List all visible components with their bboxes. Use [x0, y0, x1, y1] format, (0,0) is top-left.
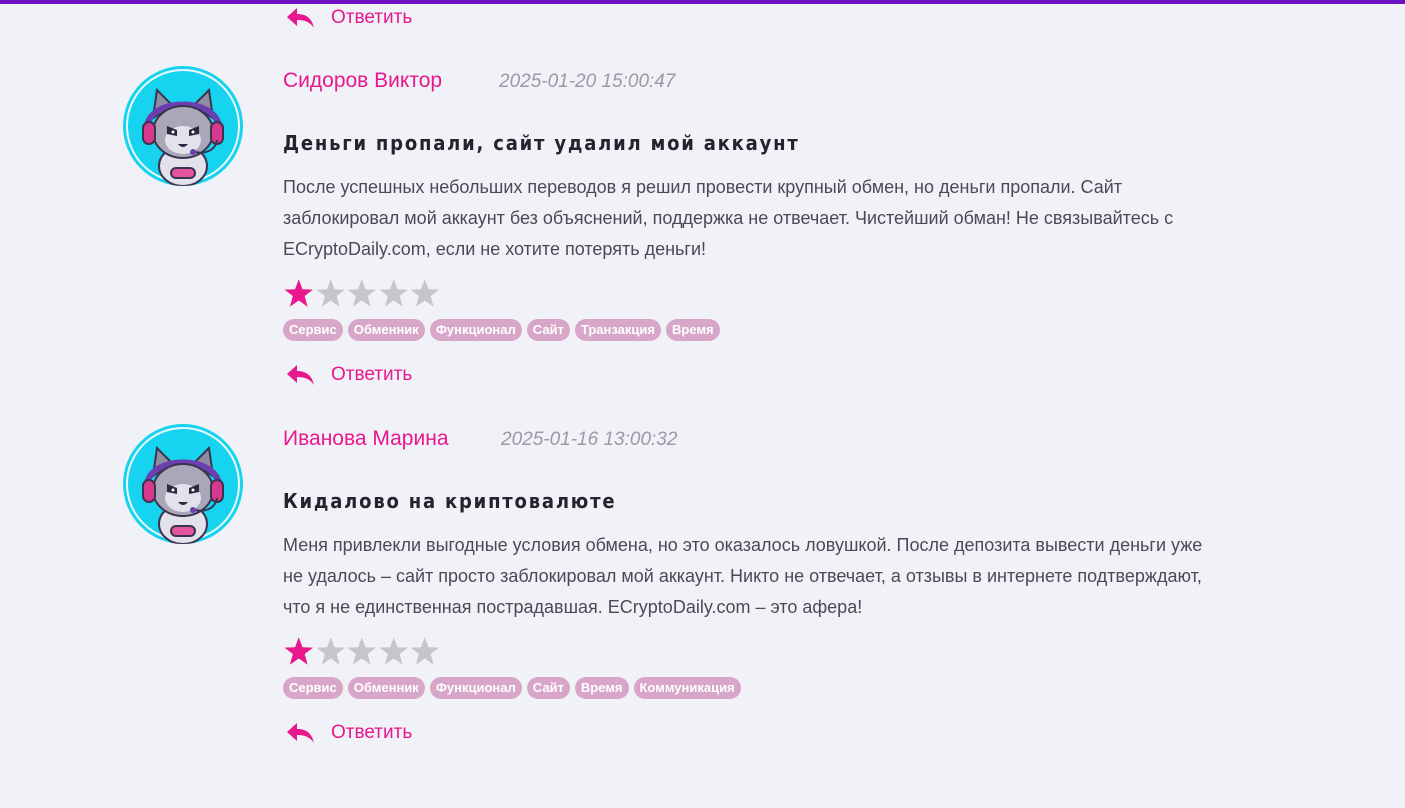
star-filled-icon: [284, 279, 314, 307]
rating-stars: [283, 636, 441, 668]
star-filled-icon: [284, 637, 314, 665]
review-title: Деньги пропали, сайт удалил мой аккаунт: [283, 131, 800, 155]
review-date: 2025-01-20 15:00:47: [499, 71, 676, 92]
review-text: Меня привлекли выгодные условия обмена, …: [283, 535, 1203, 617]
tag-site[interactable]: Сайт: [526, 319, 570, 341]
review-item: Сидоров Виктор 2025-01-20 15:00:47 Деньг…: [0, 66, 1405, 406]
tag-service[interactable]: Сервис: [283, 319, 343, 341]
tag-transaction[interactable]: Транзакция: [574, 319, 661, 341]
reply-label: Ответить: [331, 364, 413, 385]
review-author[interactable]: Иванова Марина: [283, 426, 449, 452]
reply-button[interactable]: Ответить: [286, 722, 412, 744]
review-date: 2025-01-16 13:00:32: [501, 429, 678, 450]
cat-gamer-avatar-icon: [123, 66, 243, 186]
reply-label: Ответить: [331, 722, 413, 743]
reply-arrow-icon: [287, 8, 314, 28]
review-tags: Сервис Обменник Функционал Сайт Время Ко…: [283, 677, 741, 699]
reply-label: Ответить: [331, 7, 413, 28]
star-empty-icon: [315, 637, 345, 665]
star-empty-icon: [347, 279, 377, 307]
star-empty-icon: [315, 279, 345, 307]
rating-stars: [283, 278, 441, 310]
tag-service[interactable]: Сервис: [283, 677, 343, 699]
reply-button[interactable]: Ответить: [286, 364, 412, 386]
star-empty-icon: [410, 279, 440, 307]
review-title: Кидалово на криптовалюте: [283, 489, 617, 513]
star-empty-icon: [378, 279, 408, 307]
tag-time[interactable]: Время: [574, 677, 629, 699]
star-empty-icon: [378, 637, 408, 665]
star-empty-icon: [410, 637, 440, 665]
cat-gamer-avatar-icon: [123, 424, 243, 544]
star-empty-icon: [347, 637, 377, 665]
top-accent-bar: [0, 0, 1405, 4]
tag-communication[interactable]: Коммуникация: [633, 677, 741, 699]
tag-exchanger[interactable]: Обменник: [347, 677, 425, 699]
review-tags: Сервис Обменник Функционал Сайт Транзакц…: [283, 319, 720, 341]
review-text: После успешных небольших переводов я реш…: [283, 177, 1174, 259]
tag-exchanger[interactable]: Обменник: [347, 319, 425, 341]
tag-functionality[interactable]: Функционал: [429, 319, 522, 341]
reply-arrow-icon: [287, 365, 314, 385]
reply-button[interactable]: Ответить: [286, 7, 412, 29]
tag-functionality[interactable]: Функционал: [429, 677, 522, 699]
tag-site[interactable]: Сайт: [526, 677, 570, 699]
review-item: Иванова Марина 2025-01-16 13:00:32 Кидал…: [0, 424, 1405, 764]
review-author[interactable]: Сидоров Виктор: [283, 68, 442, 94]
tag-time[interactable]: Время: [665, 319, 720, 341]
reply-arrow-icon: [287, 723, 314, 743]
